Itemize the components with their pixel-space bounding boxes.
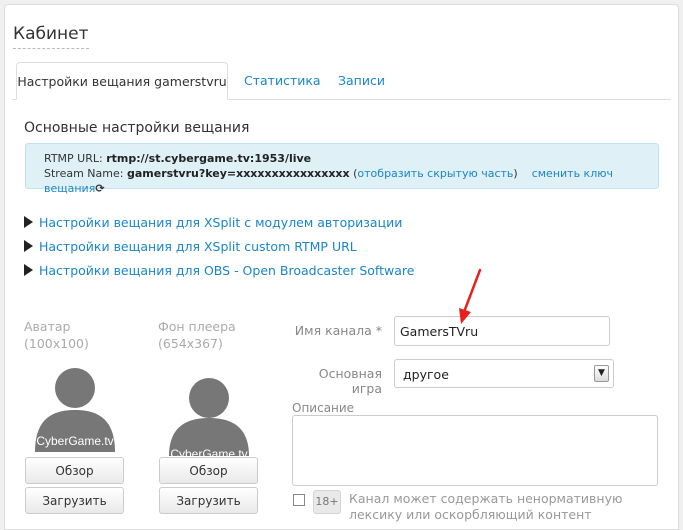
red-arrow-annotation xyxy=(459,268,482,324)
main-game-select[interactable]: другое ▼ xyxy=(394,359,614,388)
section-title: Основные настройки вещания xyxy=(24,120,250,136)
tab-broadcast-settings[interactable]: Настройки вещания gamerstvru xyxy=(16,62,228,100)
expander-label: Настройки вещания для XSplit с модулем а… xyxy=(39,215,403,230)
channel-name-input[interactable]: GamersTVru xyxy=(394,316,610,346)
background-label: Фон плеера xyxy=(158,319,236,334)
age-18-badge: 18+ xyxy=(313,490,341,514)
expander-xsplit-rtmp[interactable]: Настройки вещания для XSplit custom RTMP… xyxy=(24,239,357,254)
chevron-down-icon: ▼ xyxy=(594,365,609,382)
adult-content-label[interactable]: Канал может содержать ненормативную лекс… xyxy=(349,491,649,523)
expander-xsplit-auth[interactable]: Настройки вещания для XSplit с модулем а… xyxy=(24,215,402,230)
avatar-size: (100x100) xyxy=(24,336,89,351)
avatar-watermark: CyberGame.tv xyxy=(36,434,113,448)
tab-statistics[interactable]: Статистика xyxy=(244,62,321,100)
stream-info-box: RTMP URL: rtmp://st.cybergame.tv:1953/li… xyxy=(25,143,659,195)
show-hidden-link[interactable]: отобразить скрытую часть xyxy=(357,167,513,180)
stream-name-value: gamerstvru?key=xxxxxxxxxxxxxxxx xyxy=(126,167,350,180)
stream-name-label: Stream Name: xyxy=(44,167,124,180)
expander-obs[interactable]: Настройки вещания для OBS - Open Broadca… xyxy=(24,263,414,278)
rtmp-url: rtmp://st.cybergame.tv:1953/live xyxy=(106,152,312,165)
background-size: (654x367) xyxy=(158,336,223,351)
expand-triangle-icon xyxy=(24,240,33,252)
background-watermark: CyberGame.tv xyxy=(170,447,247,456)
expand-triangle-icon xyxy=(24,264,33,276)
refresh-icon: ⟳ xyxy=(95,182,105,195)
avatar-label-group: Аватар (100x100) xyxy=(24,318,89,352)
main-game-value: другое xyxy=(403,367,449,382)
tab-recordings[interactable]: Записи xyxy=(338,62,385,100)
description-label: Описание xyxy=(292,401,355,415)
channel-name-label: Имя канала * xyxy=(294,323,382,338)
main-game-label: Основная игра xyxy=(318,366,382,396)
paren-close: ) xyxy=(513,167,518,180)
background-upload-button[interactable]: Загрузить xyxy=(159,487,258,514)
avatar-browse-button[interactable]: Обзор xyxy=(25,457,124,484)
description-textarea[interactable] xyxy=(292,415,658,486)
expander-label: Настройки вещания для OBS - Open Broadca… xyxy=(39,263,415,278)
expander-label: Настройки вещания для XSplit custom RTMP… xyxy=(39,239,357,254)
page-title: Кабинет xyxy=(13,24,89,49)
background-label-group: Фон плеера (654x367) xyxy=(158,318,236,352)
rtmp-label: RTMP URL: xyxy=(44,152,103,165)
avatar-placeholder-image: CyberGame.tv xyxy=(29,360,121,452)
avatar-upload-button[interactable]: Загрузить xyxy=(25,487,124,514)
avatar-label: Аватар xyxy=(24,319,71,334)
stream-name-row: Stream Name: gamerstvru?key=xxxxxxxxxxxx… xyxy=(44,166,658,196)
background-browse-button[interactable]: Обзор xyxy=(159,457,258,484)
rtmp-row: RTMP URL: rtmp://st.cybergame.tv:1953/li… xyxy=(44,151,658,166)
background-placeholder-image: CyberGame.tv xyxy=(163,372,255,456)
adult-content-checkbox[interactable] xyxy=(293,494,305,506)
expand-triangle-icon xyxy=(24,216,33,228)
